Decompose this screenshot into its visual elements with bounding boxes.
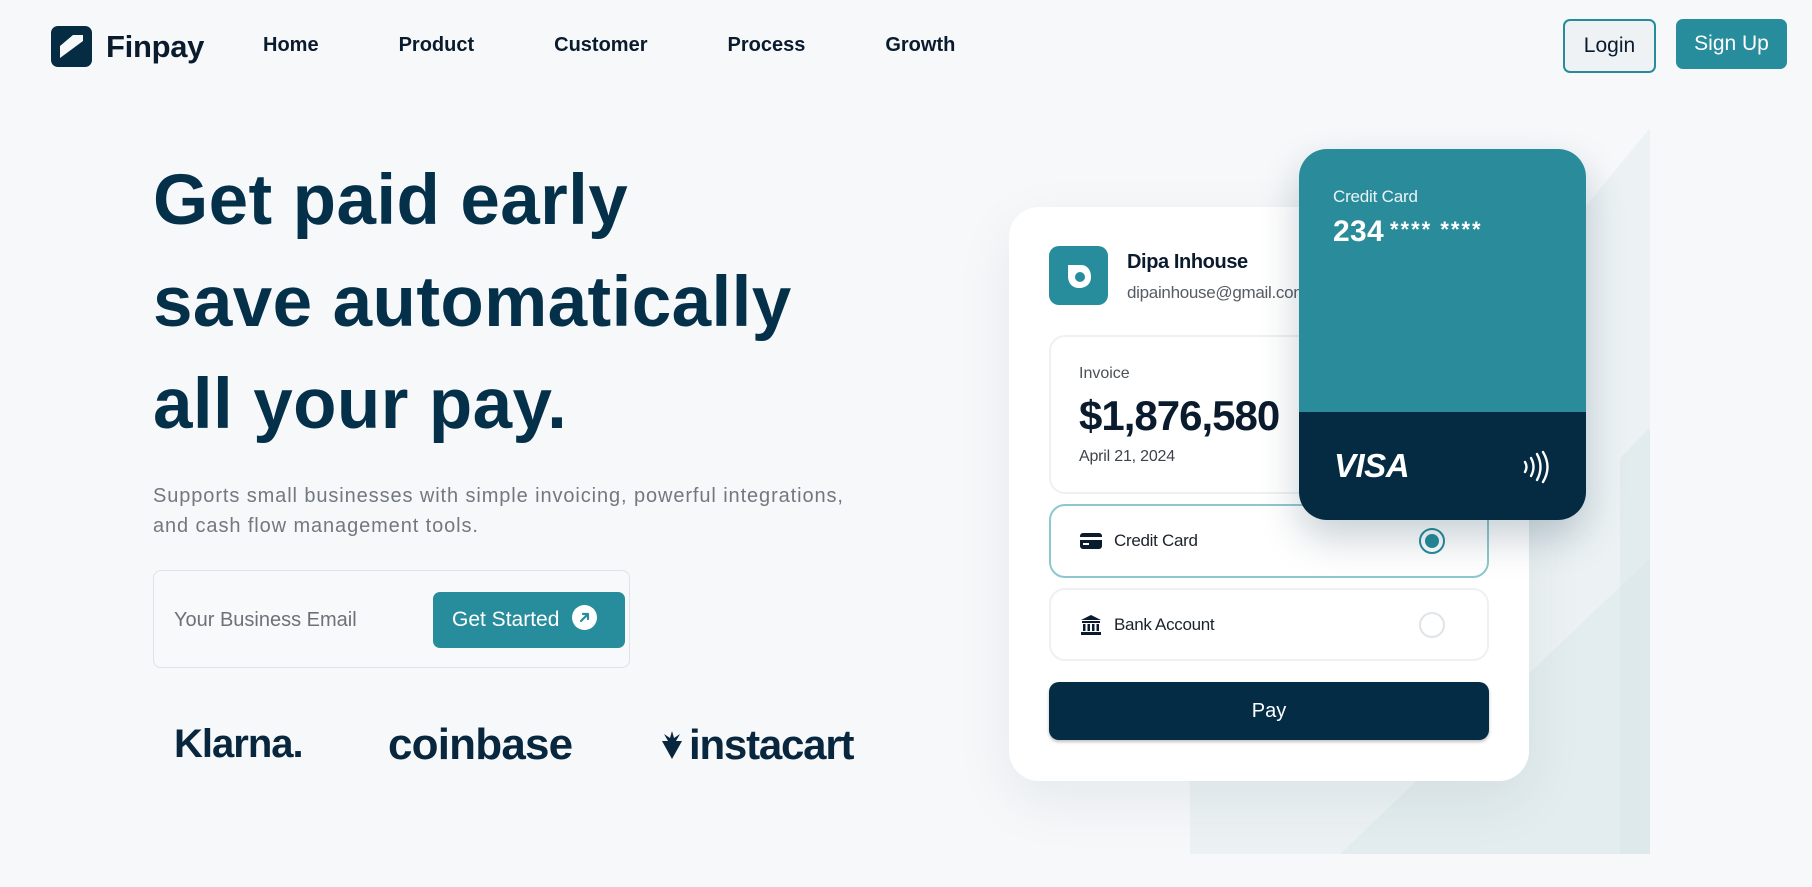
card-number-masked: **** **** [1389,217,1483,242]
finpay-logo-icon [51,26,92,67]
instacart-wordmark: instacart [689,721,854,768]
headline-line-3: all your pay. [153,365,568,444]
contactless-icon [1523,450,1549,484]
nav-link-growth[interactable]: Growth [885,34,955,57]
coinbase-logo: coinbase [388,720,573,769]
bank-account-option-label: Bank Account [1114,614,1215,634]
bank-icon [1079,613,1103,637]
credit-card-label: Credit Card [1333,187,1418,206]
credit-card-icon [1079,529,1103,553]
nav-links: Home Product Customer Process Growth [263,34,955,57]
hero-subtext: Supports small businesses with simple in… [153,481,893,541]
nav-link-product[interactable]: Product [399,34,475,57]
nav-link-customer[interactable]: Customer [554,34,647,57]
invoice-date: April 21, 2024 [1079,448,1175,465]
instacart-logo: instacart [660,721,854,769]
profile-avatar [1049,246,1108,305]
nav-link-process[interactable]: Process [728,34,806,57]
subtext-line-2: and cash flow management tools. [153,515,479,537]
nav-link-home[interactable]: Home [263,34,319,57]
credit-card-option-label: Credit Card [1114,531,1198,550]
headline-line-1: Get paid early [153,161,629,240]
credit-card-visual: Credit Card 234 **** **** VISA [1299,149,1586,520]
credit-card-radio[interactable] [1419,528,1445,554]
credit-card-bottom: VISA [1299,412,1586,520]
visa-logo: VISA [1334,447,1410,484]
arrow-up-right-icon [572,604,598,630]
get-started-label: Get Started [452,608,560,631]
profile-name: Dipa Inhouse [1127,251,1248,273]
get-started-button[interactable]: Get Started [433,592,625,648]
carrot-icon [662,731,682,759]
brand-name: Finpay [106,28,205,64]
payment-option-bank-account[interactable]: Bank Account [1049,588,1489,661]
headline-line-2: save automatically [153,263,792,342]
credit-card-number: 234 **** **** [1333,215,1483,249]
profile-email: dipainhouse@gmail.com [1127,283,1308,302]
brand-drop-icon [1067,264,1091,288]
hero-headline: Get paid early save automatically all yo… [153,150,913,456]
invoice-amount: $1,876,580 [1079,392,1280,439]
pay-button[interactable]: Pay [1049,682,1489,740]
signup-button[interactable]: Sign Up [1676,19,1787,69]
klarna-logo: Klarna. [174,722,304,766]
login-button[interactable]: Login [1563,19,1656,73]
card-number-prefix: 234 [1333,215,1384,248]
finpay-logo[interactable]: Finpay [51,26,204,67]
subtext-line-1: Supports small businesses with simple in… [153,485,844,507]
email-signup-form: Get Started [153,570,630,668]
credit-card-top: Credit Card 234 **** **** [1299,149,1586,412]
business-email-input[interactable] [174,601,389,639]
invoice-label: Invoice [1079,365,1130,382]
bank-account-radio[interactable] [1419,611,1445,638]
top-nav: Finpay Home Product Customer Process Gro… [0,0,1812,92]
